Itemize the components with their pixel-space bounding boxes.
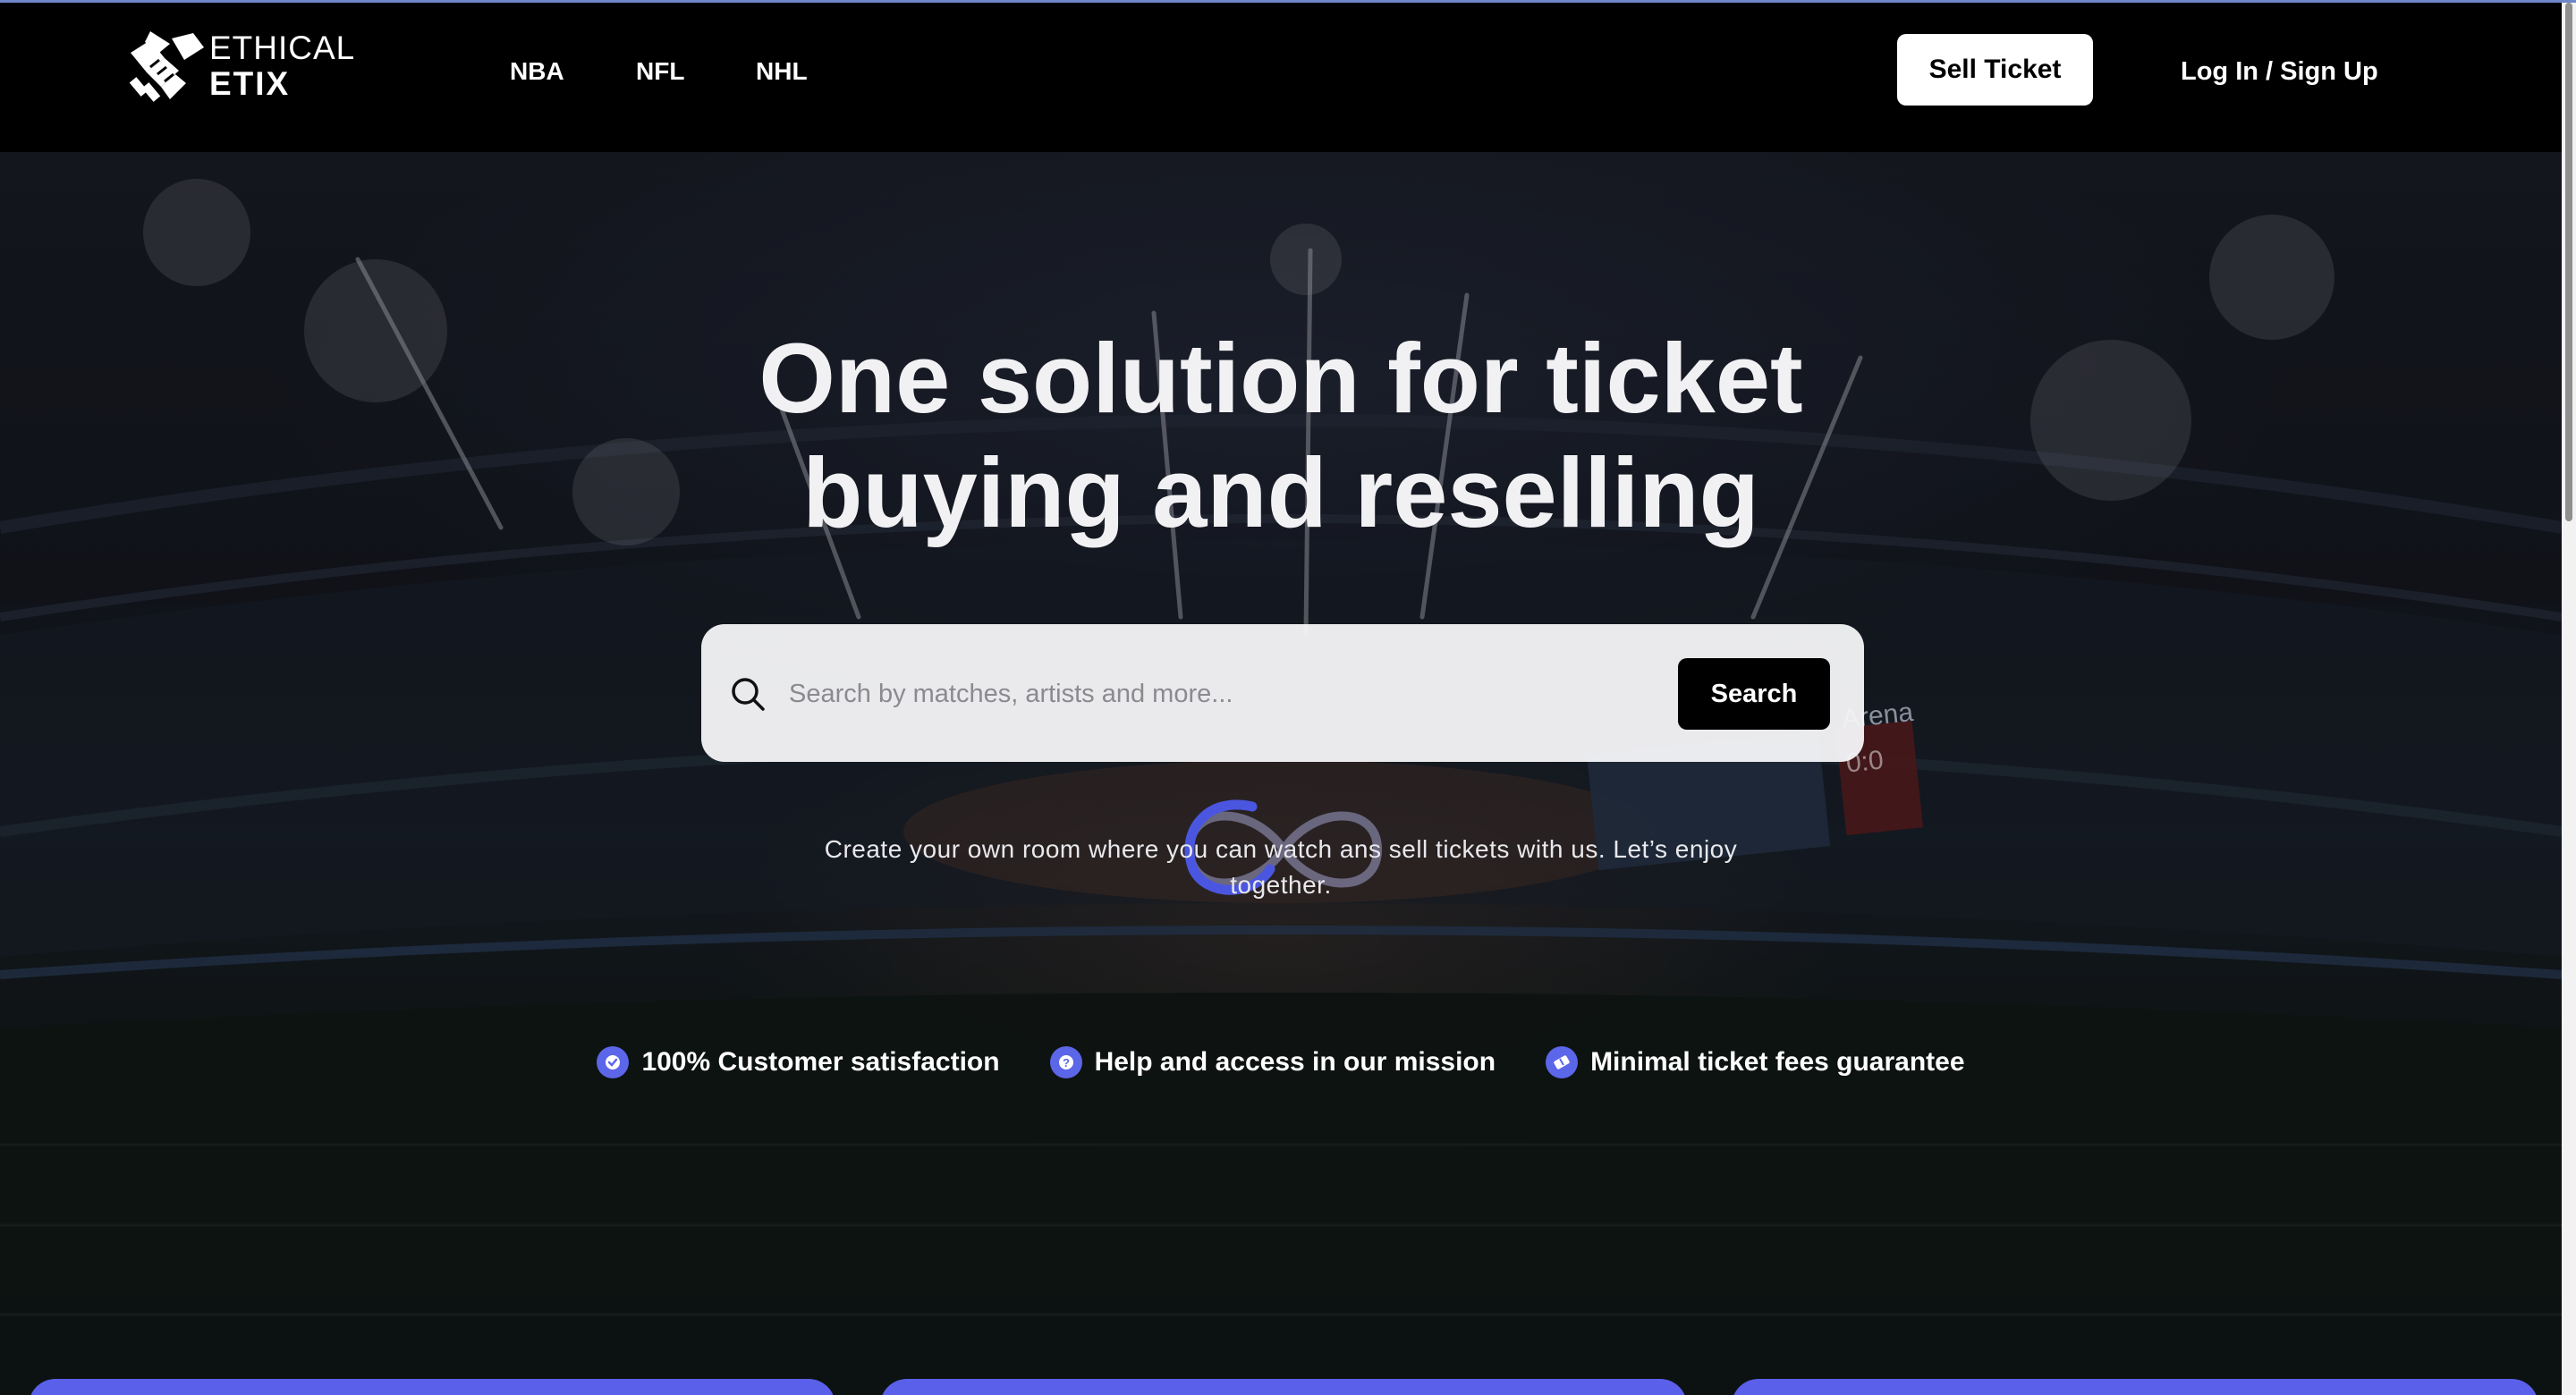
feature-label: 100% Customer satisfaction	[641, 1047, 1000, 1077]
check-badge-icon	[597, 1046, 630, 1078]
hero-title-line2: buying and reselling	[802, 438, 1759, 548]
sell-ticket-button[interactable]: Sell Ticket	[1897, 34, 2093, 106]
login-signup-link[interactable]: Log In / Sign Up	[2181, 56, 2378, 87]
hero-title: One solution for ticket buying and resel…	[0, 322, 2562, 551]
nav-link-nfl[interactable]: NFL	[636, 56, 684, 87]
brand-logo[interactable]: ETHICAL ETIX	[123, 28, 356, 105]
feature-label: Help and access in our mission	[1094, 1047, 1496, 1077]
hero-subtitle: Create your own room where you can watch…	[824, 835, 1738, 899]
feature-item: 100% Customer satisfaction	[597, 1036, 1000, 1089]
search-input[interactable]	[787, 664, 1649, 724]
hero-title-line1: One solution for ticket	[758, 324, 1803, 434]
search-button[interactable]: Search	[1678, 658, 1830, 730]
brand-name-line1: ETHICAL	[209, 30, 356, 66]
event-card[interactable]	[29, 1379, 835, 1395]
search-bar: Search	[701, 624, 1864, 762]
search-icon	[732, 678, 765, 711]
feature-item: Minimal ticket fees guarantee	[1546, 1036, 1965, 1089]
svg-text:?: ?	[1063, 1056, 1070, 1070]
page-scrollbar[interactable]	[2562, 3, 2576, 1395]
feature-item: ? Help and access in our mission	[1049, 1036, 1496, 1089]
hero-section: 0:0 Arena One solution for ticket buying…	[0, 152, 2562, 1395]
feature-label: Minimal ticket fees guarantee	[1590, 1047, 1965, 1077]
nav-link-nba[interactable]: NBA	[510, 56, 564, 87]
brand-name-line2: ETIX	[209, 65, 291, 102]
event-card[interactable]	[1732, 1379, 2538, 1395]
scrollbar-thumb[interactable]	[2565, 3, 2572, 521]
features-row: 100% Customer satisfaction ? Help and ac…	[0, 1036, 2562, 1089]
event-card[interactable]	[880, 1379, 1687, 1395]
navbar: ETHICAL ETIX NBA NFL NHL Sell Ticket Log…	[0, 3, 2562, 152]
handshake-logo-icon	[129, 31, 204, 102]
question-icon: ?	[1049, 1046, 1082, 1078]
ticket-icon	[1546, 1046, 1579, 1078]
nav-link-nhl[interactable]: NHL	[756, 56, 808, 87]
